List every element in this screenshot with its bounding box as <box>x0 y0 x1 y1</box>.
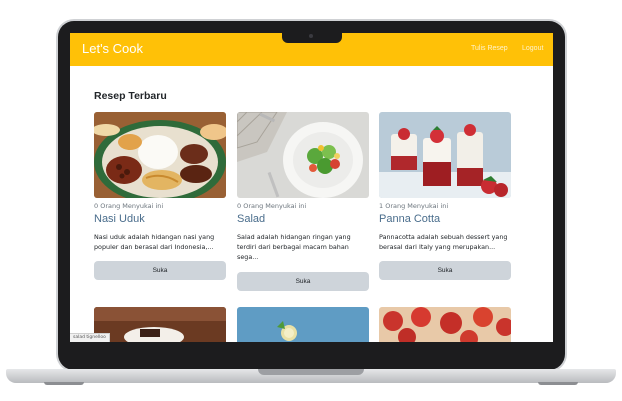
likes-count: 1 Orang Menyukai ini <box>379 202 449 210</box>
recipe-image-panna-cotta[interactable] <box>379 112 511 198</box>
recipe-card-nasi-uduk: 0 Orang Menyukai ini Nasi Uduk Nasi uduk… <box>94 112 226 280</box>
recipe-description: Pannacotta adalah sebuah dessert yang be… <box>379 233 508 251</box>
brand-logo[interactable]: Let's Cook <box>82 41 143 56</box>
browser-status-bar: salad tignelloo <box>70 333 110 342</box>
recipe-image-row2-2[interactable] <box>237 307 369 342</box>
nav-logout-link[interactable]: Logout <box>522 45 543 52</box>
recipe-title-link[interactable]: Salad <box>237 213 265 225</box>
laptop-foot-right <box>538 382 578 385</box>
recipe-image-row2-3[interactable] <box>379 307 511 342</box>
recipe-card-panna-cotta: 1 Orang Menyukai ini Panna Cotta Pannaco… <box>379 112 511 280</box>
browser-screen: Let's Cook Tulis Resep Logout Resep Terb… <box>70 33 553 342</box>
like-button[interactable]: Suka <box>379 261 511 280</box>
recipe-description: Salad adalah hidangan ringan yang terdir… <box>237 233 351 261</box>
section-title: Resep Terbaru <box>94 90 167 102</box>
laptop-base-lip <box>258 369 364 375</box>
likes-count: 0 Orang Menyukai ini <box>94 202 164 210</box>
recipe-title-link[interactable]: Nasi Uduk <box>94 213 145 225</box>
likes-count: 0 Orang Menyukai ini <box>237 202 307 210</box>
nav-tulis-resep-link[interactable]: Tulis Resep <box>471 45 508 52</box>
like-button[interactable]: Suka <box>94 261 226 280</box>
recipe-card-salad: 0 Orang Menyukai ini Salad Salad adalah … <box>237 112 369 291</box>
camera-icon <box>309 34 313 38</box>
recipe-image-nasi-uduk[interactable] <box>94 112 226 198</box>
recipe-description: Nasi uduk adalah hidangan nasi yang popu… <box>94 233 215 251</box>
recipe-title-link[interactable]: Panna Cotta <box>379 213 440 225</box>
recipe-image-salad[interactable] <box>237 112 369 198</box>
laptop-foot-left <box>44 382 84 385</box>
like-button[interactable]: Suka <box>237 272 369 291</box>
laptop-mockup: Let's Cook Tulis Resep Logout Resep Terb… <box>0 0 622 401</box>
recipe-image-row2-1[interactable] <box>94 307 226 342</box>
